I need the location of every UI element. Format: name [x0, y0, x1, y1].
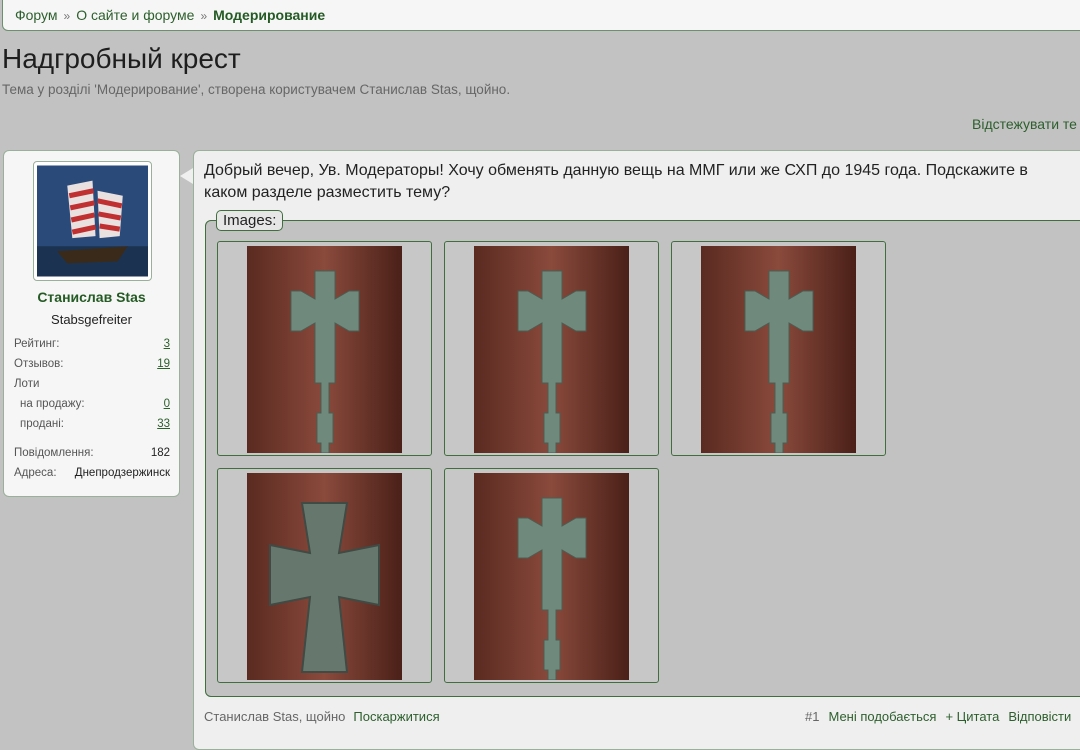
images-legend: Images:	[216, 210, 284, 231]
stat-messages: Повідомлення: 182	[14, 447, 170, 459]
breadcrumb-forum[interactable]: Форум	[15, 7, 58, 23]
stat-value: Днепродзержинск	[74, 467, 170, 479]
stat-value-link[interactable]: 0	[164, 398, 170, 410]
stat-sold: продані: 33	[14, 418, 170, 430]
stat-lots: Лоти	[14, 378, 170, 390]
stat-label: Адреса:	[14, 467, 57, 479]
user-rank: Stabsgefreiter	[51, 312, 132, 327]
cross-photo	[247, 473, 402, 680]
post-arrow	[180, 168, 193, 184]
breadcrumb-separator: »	[200, 9, 208, 23]
breadcrumb-about[interactable]: О сайте и форуме	[76, 7, 194, 23]
stat-label: Лоти	[14, 378, 40, 390]
stat-label: Повідомлення:	[14, 447, 94, 459]
report-link[interactable]: Поскаржитися	[353, 709, 439, 724]
page-subtitle: Тема у розділі 'Модерирование', створена…	[2, 82, 511, 97]
avatar-ship-image	[37, 165, 148, 277]
avatar[interactable]	[33, 161, 152, 281]
stat-label: Отзывов:	[14, 358, 64, 370]
image-thumbnail[interactable]	[671, 241, 886, 456]
image-thumbnail[interactable]	[217, 468, 432, 683]
username[interactable]: Станислав Stas	[4, 289, 179, 305]
breadcrumb-separator: »	[63, 9, 71, 23]
page-title: Надгробный крест	[2, 43, 241, 74]
cross-photo	[474, 246, 629, 453]
user-panel: Станислав Stas Stabsgefreiter Рейтинг: 3 …	[3, 150, 180, 497]
cross-photo	[474, 473, 629, 680]
quote-link[interactable]: + Цитата	[945, 709, 999, 724]
post-author-time[interactable]: Станислав Stas, щойно	[204, 709, 345, 724]
stat-label: на продажу:	[20, 398, 85, 410]
breadcrumb: Форум » О сайте и форуме » Модерирование	[2, 0, 1080, 31]
stat-for-sale: на продажу: 0	[14, 398, 170, 410]
image-thumbnail[interactable]	[444, 241, 659, 456]
stat-address: Адреса: Днепродзержинск	[14, 467, 170, 479]
breadcrumb-moderation[interactable]: Модерирование	[213, 7, 325, 23]
cross-photo	[701, 246, 856, 453]
stat-label: Рейтинг:	[14, 338, 60, 350]
stat-rating: Рейтинг: 3	[14, 338, 170, 350]
image-thumbnail[interactable]	[444, 468, 659, 683]
image-thumbnail[interactable]	[217, 241, 432, 456]
stat-value-link[interactable]: 33	[157, 418, 170, 430]
stat-value-link[interactable]: 19	[157, 358, 170, 370]
stat-value: 182	[150, 447, 170, 459]
post-footer: Станислав Stas, щойно Поскаржитися #1 Мені…	[204, 709, 1080, 724]
post-message: Добрый вечер, Ув. Модераторы! Хочу обмен…	[204, 162, 1028, 201]
reply-link[interactable]: Відповісти	[1008, 709, 1071, 724]
post-number[interactable]: #1	[805, 709, 819, 724]
stat-reviews: Отзывов: 19	[14, 358, 170, 370]
watch-thread-link[interactable]: Відстежувати те	[972, 116, 1077, 132]
like-link[interactable]: Мені подобається	[828, 709, 936, 724]
stat-value-link[interactable]: 3	[164, 338, 170, 350]
cross-photo	[247, 246, 402, 453]
stat-label: продані:	[20, 418, 64, 430]
